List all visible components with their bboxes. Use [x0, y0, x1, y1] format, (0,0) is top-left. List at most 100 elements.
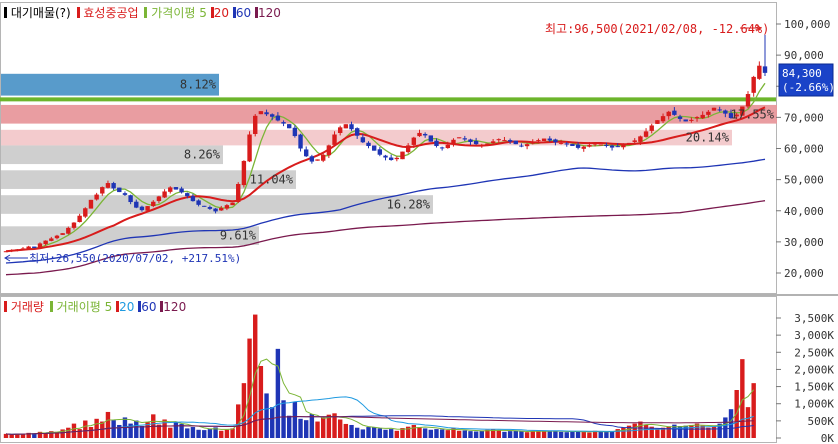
volume-bar: [292, 402, 298, 438]
band-label: 16.28%: [387, 198, 431, 212]
volume-bar: [587, 432, 592, 438]
candle-body: [496, 139, 501, 141]
price-tick-label: 60,000: [784, 143, 824, 156]
candle-body: [71, 222, 77, 228]
candle-body: [428, 135, 434, 142]
candle-body: [32, 246, 37, 249]
legend-title[interactable]: 대기매물(?): [11, 6, 71, 20]
stock-marker-icon: [76, 7, 80, 18]
candle-body: [666, 111, 671, 117]
volume-bar: [689, 424, 694, 438]
volume-bar: [553, 430, 558, 438]
ma-label[interactable]: 가격이평: [151, 6, 195, 20]
volume-bar: [462, 430, 467, 438]
volume-bar: [111, 420, 116, 438]
volume-tick-label: 3,000K: [794, 329, 834, 342]
volume-bar: [723, 417, 728, 438]
volume-title[interactable]: 거래량: [11, 300, 44, 314]
vol-ma-period-60[interactable]: 60: [141, 300, 156, 314]
candle-body: [445, 144, 451, 149]
candle-body: [519, 145, 524, 147]
volume-bar: [134, 420, 139, 438]
volume-ma-label[interactable]: 거래이평: [57, 300, 101, 314]
volume-bar: [207, 429, 213, 438]
volume-bar: [519, 431, 524, 438]
candle-body: [139, 206, 145, 211]
volume-bar: [258, 366, 264, 438]
vol-ma-period-20[interactable]: 20: [119, 300, 134, 314]
candle-body: [26, 246, 31, 249]
volume-bar: [139, 426, 145, 438]
ma-period-5[interactable]: 5: [199, 6, 207, 20]
candle-body: [366, 142, 371, 147]
volume-bar: [575, 431, 581, 438]
volume-bar: [479, 430, 484, 438]
candle-body: [292, 127, 298, 137]
candle-body: [309, 156, 315, 162]
volume-bar: [315, 421, 320, 438]
legend-marker-icon: [4, 7, 7, 18]
candle-body: [241, 160, 247, 186]
candle-body: [111, 183, 116, 189]
candle-body: [564, 143, 569, 145]
candle-body: [638, 136, 643, 142]
candle-body: [117, 187, 122, 193]
candle-body: [405, 145, 411, 153]
candle-body: [547, 138, 552, 141]
candle-body: [462, 138, 467, 140]
candle-body: [66, 227, 71, 234]
candle-body: [20, 248, 26, 250]
candle-body: [530, 142, 535, 144]
volume-bar: [417, 427, 422, 438]
vol-ma-period-5[interactable]: 5: [105, 300, 113, 314]
volume-bar: [700, 425, 705, 438]
volume-tick-label: 1,000K: [794, 398, 834, 411]
candle-body: [660, 116, 666, 122]
candle-body: [751, 76, 756, 93]
candle-body: [236, 183, 241, 202]
stock-name[interactable]: 효성중공업: [83, 6, 138, 20]
candle-body: [615, 146, 620, 148]
candle-body: [343, 124, 349, 129]
volume-tick-label: 1,500K: [794, 381, 834, 394]
candle-body: [185, 193, 190, 197]
low-annotation: 최저:26,550(2020/07/02, +217.51%): [29, 252, 241, 265]
candle-body: [723, 110, 728, 114]
volume-bar: [173, 421, 179, 438]
candle-body: [360, 137, 366, 143]
supply-band: [1, 104, 777, 124]
volume-bar: [88, 427, 94, 438]
candle-body: [213, 208, 218, 212]
ma-period-60[interactable]: 60: [236, 6, 251, 20]
candle-body: [371, 145, 377, 151]
volume-bar: [434, 429, 439, 438]
candle-body: [60, 233, 65, 235]
ma-marker-icon: [144, 7, 148, 18]
candle-body: [37, 243, 43, 248]
candle-body: [94, 194, 99, 200]
stock-chart[interactable]: 8.12%17.55%8.26%11.04%16.28%9.61%20.14% …: [0, 0, 838, 444]
candle-body: [479, 145, 484, 147]
price-legend: 대기매물(?) 효성중공업 가격이평 5 20 60 120: [4, 4, 281, 21]
candle-body: [689, 119, 694, 121]
volume-bar: [168, 427, 173, 438]
candle-body: [179, 188, 184, 193]
candle-body: [54, 235, 60, 239]
candle-body: [541, 138, 547, 142]
price-tick-label: 50,000: [784, 174, 824, 187]
volume-bar: [371, 427, 377, 438]
candle-body: [485, 143, 490, 146]
candle-body: [258, 111, 264, 115]
ma-period-120[interactable]: 120: [258, 6, 281, 20]
volume-bar: [83, 420, 88, 438]
price-tick-label: 30,000: [784, 236, 824, 249]
ma-period-20[interactable]: 20: [214, 6, 229, 20]
vol-ma-period-120[interactable]: 120: [163, 300, 186, 314]
candle-body: [570, 143, 575, 147]
candle-body: [468, 139, 473, 142]
candle-body: [304, 149, 309, 157]
candle-body: [253, 115, 258, 134]
volume-bar: [604, 431, 609, 438]
candle-body: [162, 191, 167, 198]
volume-tick-label: 2,000K: [794, 363, 834, 376]
